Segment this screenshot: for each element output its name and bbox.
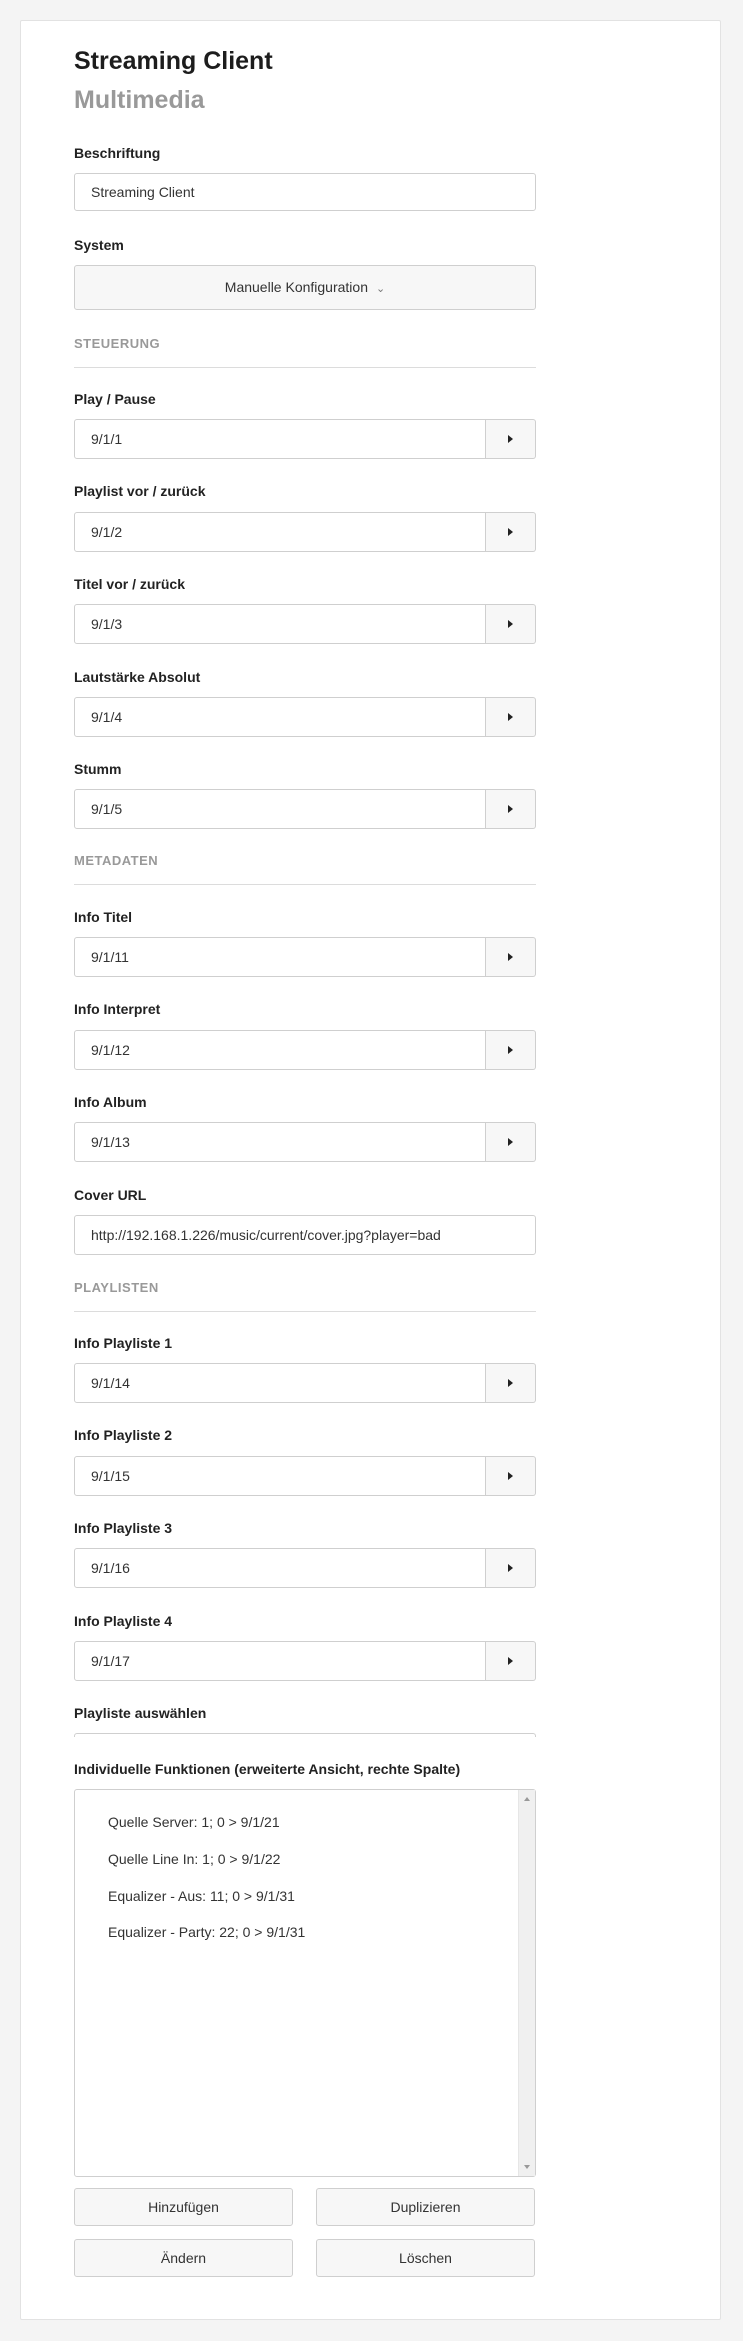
list-item[interactable]: Equalizer - Aus: 11; 0 > 9/1/31	[108, 1888, 295, 1904]
stumm-input[interactable]: 9/1/5	[74, 789, 486, 829]
info-playliste-1-field: 9/1/14	[74, 1363, 536, 1403]
change-button[interactable]: Ändern	[74, 2239, 293, 2277]
triangle-right-icon	[508, 1657, 513, 1665]
titel-label: Titel vor / zurück	[74, 576, 185, 592]
info-album-go-button[interactable]	[486, 1122, 536, 1162]
info-interpret-label: Info Interpret	[74, 1001, 161, 1017]
playliste-auswaehlen-field[interactable]	[74, 1733, 536, 1737]
cover-url-label: Cover URL	[74, 1187, 147, 1203]
triangle-right-icon	[508, 805, 513, 813]
stumm-go-button[interactable]	[486, 789, 536, 829]
list-item[interactable]: Quelle Line In: 1; 0 > 9/1/22	[108, 1851, 280, 1867]
page-title: Streaming Client	[74, 47, 273, 75]
lautstaerke-field: 9/1/4	[74, 697, 536, 737]
cover-url-input[interactable]: http://192.168.1.226/music/current/cover…	[74, 1215, 536, 1255]
info-playliste-3-input[interactable]: 9/1/16	[74, 1548, 486, 1588]
info-playliste-2-input[interactable]: 9/1/15	[74, 1456, 486, 1496]
playlist-label: Playlist vor / zurück	[74, 483, 206, 499]
system-select[interactable]: Manuelle Konfiguration ⌄	[74, 265, 536, 310]
play-pause-field: 9/1/1	[74, 419, 536, 459]
system-select-value: Manuelle Konfiguration	[224, 279, 368, 295]
info-playliste-1-input[interactable]: 9/1/14	[74, 1363, 486, 1403]
titel-input[interactable]: 9/1/3	[74, 604, 486, 644]
divider	[74, 1311, 536, 1312]
info-titel-field: 9/1/11	[74, 937, 536, 977]
playlist-field: 9/1/2	[74, 512, 536, 552]
triangle-right-icon	[508, 953, 513, 961]
info-playliste-4-field: 9/1/17	[74, 1641, 536, 1681]
triangle-right-icon	[508, 435, 513, 443]
info-album-input[interactable]: 9/1/13	[74, 1122, 486, 1162]
list-item[interactable]: Quelle Server: 1; 0 > 9/1/21	[108, 1814, 280, 1830]
system-label: System	[74, 237, 124, 253]
info-titel-input[interactable]: 9/1/11	[74, 937, 486, 977]
lautstaerke-input[interactable]: 9/1/4	[74, 697, 486, 737]
triangle-right-icon	[508, 713, 513, 721]
scroll-down-icon[interactable]	[524, 2165, 530, 2169]
info-album-label: Info Album	[74, 1094, 147, 1110]
info-playliste-4-input[interactable]: 9/1/17	[74, 1641, 486, 1681]
info-interpret-input[interactable]: 9/1/12	[74, 1030, 486, 1070]
info-interpret-go-button[interactable]	[486, 1030, 536, 1070]
info-playliste-4-go-button[interactable]	[486, 1641, 536, 1681]
triangle-right-icon	[508, 528, 513, 536]
info-playliste-1-go-button[interactable]	[486, 1363, 536, 1403]
delete-button[interactable]: Löschen	[316, 2239, 535, 2277]
beschriftung-label: Beschriftung	[74, 145, 161, 161]
info-interpret-field: 9/1/12	[74, 1030, 536, 1070]
info-playliste-3-field: 9/1/16	[74, 1548, 536, 1588]
triangle-right-icon	[508, 1046, 513, 1054]
play-pause-label: Play / Pause	[74, 391, 156, 407]
divider	[74, 367, 536, 368]
triangle-right-icon	[508, 1379, 513, 1387]
info-playliste-3-label: Info Playliste 3	[74, 1520, 173, 1536]
info-playliste-2-field: 9/1/15	[74, 1456, 536, 1496]
duplicate-button[interactable]: Duplizieren	[316, 2188, 535, 2226]
stumm-field: 9/1/5	[74, 789, 536, 829]
page-subtitle: Multimedia	[74, 86, 205, 114]
form-card: Streaming Client Multimedia Beschriftung…	[20, 20, 721, 2320]
lautstaerke-label: Lautstärke Absolut	[74, 669, 201, 685]
listbox-scrollbar[interactable]	[518, 1790, 535, 2176]
info-playliste-2-go-button[interactable]	[486, 1456, 536, 1496]
play-pause-go-button[interactable]	[486, 419, 536, 459]
chevron-down-icon: ⌄	[376, 283, 386, 295]
lautstaerke-go-button[interactable]	[486, 697, 536, 737]
playliste-auswaehlen-label: Playliste auswählen	[74, 1705, 207, 1721]
info-album-field: 9/1/13	[74, 1122, 536, 1162]
scroll-up-icon[interactable]	[524, 1797, 530, 1801]
list-item[interactable]: Equalizer - Party: 22; 0 > 9/1/31	[108, 1924, 305, 1940]
play-pause-input[interactable]: 9/1/1	[74, 419, 486, 459]
triangle-right-icon	[508, 1472, 513, 1480]
beschriftung-input[interactable]: Streaming Client	[74, 173, 536, 211]
funktionen-label: Individuelle Funktionen (erweiterte Ansi…	[74, 1761, 461, 1777]
section-steuerung: STEUERUNG	[74, 336, 161, 351]
triangle-right-icon	[508, 620, 513, 628]
info-playliste-4-label: Info Playliste 4	[74, 1613, 173, 1629]
info-playliste-3-go-button[interactable]	[486, 1548, 536, 1588]
info-titel-label: Info Titel	[74, 909, 133, 925]
add-button[interactable]: Hinzufügen	[74, 2188, 293, 2226]
divider	[74, 884, 536, 885]
playlist-go-button[interactable]	[486, 512, 536, 552]
triangle-right-icon	[508, 1138, 513, 1146]
funktionen-listbox[interactable]: Quelle Server: 1; 0 > 9/1/21 Quelle Line…	[74, 1789, 536, 2177]
info-titel-go-button[interactable]	[486, 937, 536, 977]
playlist-input[interactable]: 9/1/2	[74, 512, 486, 552]
stumm-label: Stumm	[74, 761, 122, 777]
titel-go-button[interactable]	[486, 604, 536, 644]
section-metadaten: METADATEN	[74, 853, 159, 868]
info-playliste-2-label: Info Playliste 2	[74, 1427, 173, 1443]
section-playlisten: PLAYLISTEN	[74, 1280, 159, 1295]
titel-field: 9/1/3	[74, 604, 536, 644]
triangle-right-icon	[508, 1564, 513, 1572]
info-playliste-1-label: Info Playliste 1	[74, 1335, 173, 1351]
